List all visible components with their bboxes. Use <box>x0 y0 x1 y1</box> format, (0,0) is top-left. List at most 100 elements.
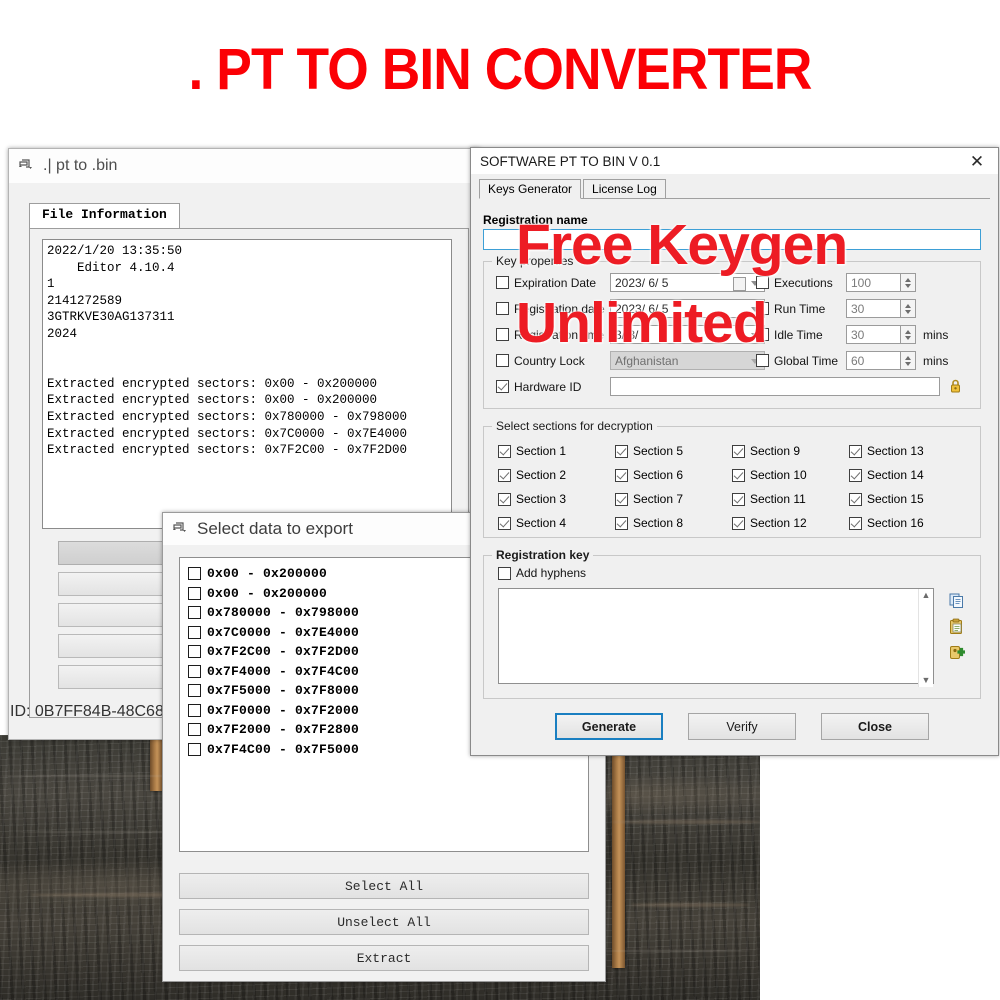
hardware-id-checkbox[interactable] <box>496 380 509 393</box>
unselect-all-button[interactable]: Unselect All <box>179 909 589 935</box>
section-checkbox-item[interactable]: Section 2 <box>498 463 615 487</box>
idle-time-checkbox[interactable] <box>756 328 769 341</box>
close-icon[interactable]: ✕ <box>962 149 992 173</box>
registration-key-scrollbar[interactable]: ▲ ▼ <box>918 589 933 687</box>
export-item-checkbox[interactable] <box>188 742 201 756</box>
global-time-input[interactable]: 60 <box>846 351 901 370</box>
section-checkbox[interactable] <box>615 468 628 482</box>
section-checkbox[interactable] <box>732 516 745 530</box>
section-checkbox-item[interactable]: Section 8 <box>615 511 732 535</box>
idle-time-stepper[interactable] <box>901 325 916 344</box>
hardware-id-label: Hardware ID <box>514 379 582 394</box>
registration-key-value <box>499 589 933 595</box>
idle-time-input[interactable]: 30 <box>846 325 901 344</box>
section-checkbox-item[interactable]: Section 3 <box>498 487 615 511</box>
run-time-input[interactable]: 30 <box>846 299 901 318</box>
executions-checkbox[interactable] <box>756 276 769 289</box>
export-item-checkbox[interactable] <box>188 586 201 600</box>
chevron-down-icon[interactable]: ▼ <box>922 676 931 685</box>
section-checkbox-item[interactable]: Section 11 <box>732 487 849 511</box>
extract-button[interactable]: Extract <box>179 945 589 971</box>
sections-grid: Section 1 Section 5 Section 9 Section 13 Sec… <box>498 439 968 535</box>
run-time-checkbox[interactable] <box>756 302 769 315</box>
close-button[interactable]: Close <box>821 713 929 740</box>
executions-input[interactable]: 100 <box>846 273 901 292</box>
section-checkbox-item[interactable]: Section 5 <box>615 439 732 463</box>
add-hyphens-row: Add hyphens <box>498 566 586 580</box>
section-label: Section 2 <box>516 468 567 482</box>
section-checkbox[interactable] <box>615 492 628 506</box>
generate-button[interactable]: Generate <box>555 713 663 740</box>
section-checkbox-item[interactable]: Section 6 <box>615 463 732 487</box>
copy-icon[interactable] <box>948 592 965 609</box>
select-all-button[interactable]: Select All <box>179 873 589 899</box>
section-checkbox[interactable] <box>849 516 862 530</box>
export-item-label: 0x7F2C00 - 0x7F2D00 <box>207 644 360 660</box>
section-checkbox[interactable] <box>615 516 628 530</box>
global-time-checkbox[interactable] <box>756 354 769 367</box>
export-item-checkbox[interactable] <box>188 567 201 581</box>
export-item-checkbox[interactable] <box>188 664 201 678</box>
expiration-date-input[interactable]: 2023/ 6/ 5 <box>610 273 765 292</box>
section-checkbox-item[interactable]: Section 16 <box>849 511 966 535</box>
registration-time-input[interactable]: 3/ 3/ 0 <box>610 325 765 344</box>
verify-button[interactable]: Verify <box>688 713 796 740</box>
country-lock-checkbox[interactable] <box>496 354 509 367</box>
export-item-label: 0x7F4C00 - 0x7F5000 <box>207 741 360 757</box>
section-checkbox-item[interactable]: Section 1 <box>498 439 615 463</box>
export-item-checkbox[interactable] <box>188 703 201 717</box>
add-key-icon[interactable] <box>948 644 966 661</box>
global-time-stepper[interactable] <box>901 351 916 370</box>
section-checkbox[interactable] <box>849 492 862 506</box>
calendar-icon[interactable] <box>733 277 746 291</box>
main-tabstrip: File Information <box>29 203 469 229</box>
section-checkbox-item[interactable]: Section 15 <box>849 487 966 511</box>
registration-name-input[interactable] <box>483 229 981 250</box>
export-item-checkbox[interactable] <box>188 625 201 639</box>
section-checkbox-item[interactable]: Section 14 <box>849 463 966 487</box>
tab-file-information[interactable]: File Information <box>29 203 180 229</box>
section-checkbox[interactable] <box>498 444 511 458</box>
export-item-checkbox[interactable] <box>188 645 201 659</box>
section-checkbox-item[interactable]: Section 7 <box>615 487 732 511</box>
section-checkbox[interactable] <box>615 444 628 458</box>
section-checkbox[interactable] <box>732 444 745 458</box>
section-checkbox-item[interactable]: Section 10 <box>732 463 849 487</box>
registration-time-checkbox[interactable] <box>496 328 509 341</box>
section-label: Section 8 <box>633 516 684 530</box>
section-checkbox[interactable] <box>732 492 745 506</box>
executions-stepper[interactable] <box>901 273 916 292</box>
expiration-date-label: Expiration Date <box>514 275 597 290</box>
export-item-checkbox[interactable] <box>188 723 201 737</box>
wooden-post <box>612 735 625 968</box>
export-item-checkbox[interactable] <box>188 684 201 698</box>
country-lock-combobox[interactable]: Afghanistan <box>610 351 765 370</box>
section-checkbox-item[interactable]: Section 4 <box>498 511 615 535</box>
section-checkbox[interactable] <box>732 468 745 482</box>
registration-date-input[interactable]: 2023/ 6/ 5 <box>610 299 765 318</box>
section-label: Section 4 <box>516 516 567 530</box>
hardware-id-input[interactable] <box>610 377 940 396</box>
registration-key-textarea[interactable]: ▲ ▼ <box>498 588 934 687</box>
add-hyphens-checkbox[interactable] <box>498 566 511 580</box>
section-checkbox[interactable] <box>498 492 511 506</box>
section-checkbox[interactable] <box>849 468 862 482</box>
run-time-stepper[interactable] <box>901 299 916 318</box>
section-checkbox-item[interactable]: Section 13 <box>849 439 966 463</box>
section-checkbox-item[interactable]: Section 9 <box>732 439 849 463</box>
tab-license-log[interactable]: License Log <box>583 179 666 199</box>
export-item-label: 0x00 - 0x200000 <box>207 566 328 582</box>
section-checkbox-item[interactable]: Section 12 <box>732 511 849 535</box>
export-item-checkbox[interactable] <box>188 606 201 620</box>
section-checkbox[interactable] <box>498 468 511 482</box>
section-checkbox[interactable] <box>498 516 511 530</box>
tab-keys-generator[interactable]: Keys Generator <box>479 179 582 199</box>
registration-date-checkbox[interactable] <box>496 302 509 315</box>
file-info-textarea[interactable]: 2022/1/20 13:35:50 Editor 4.10.4 1 21412… <box>42 239 452 529</box>
paste-icon[interactable] <box>948 618 965 635</box>
expiration-date-checkbox[interactable] <box>496 276 509 289</box>
water-ripple <box>612 820 760 824</box>
lock-icon[interactable] <box>947 378 964 395</box>
section-checkbox[interactable] <box>849 444 862 458</box>
chevron-up-icon[interactable]: ▲ <box>922 591 931 600</box>
